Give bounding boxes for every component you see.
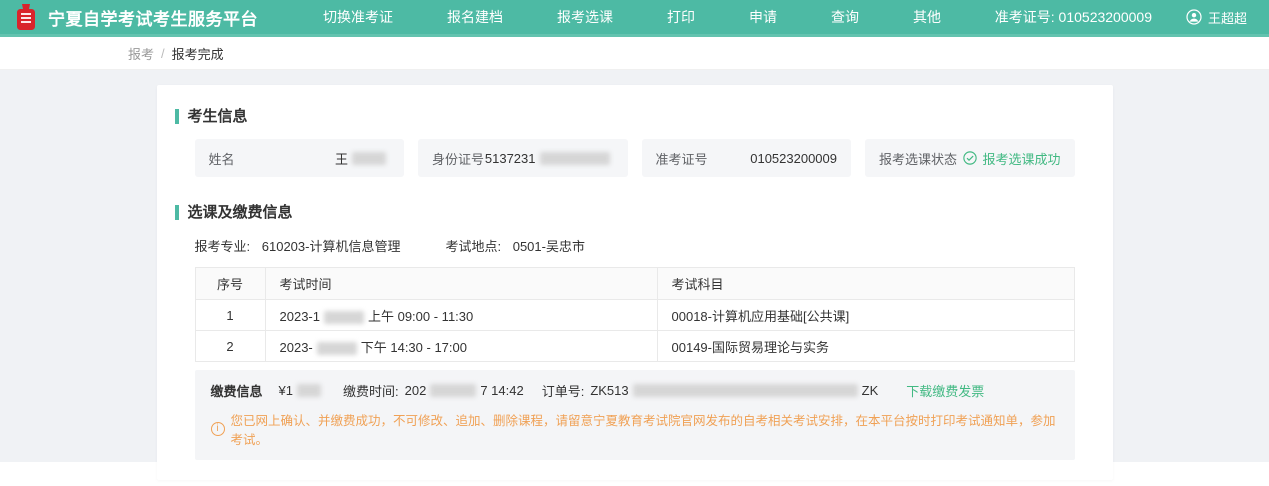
field-name-label: 姓名	[209, 149, 235, 168]
row-exam-subject: 00018-计算机应用基础[公共课]	[657, 300, 1074, 331]
row-index: 2	[195, 331, 265, 362]
major-pair: 报考专业: 610203-计算机信息管理	[195, 236, 401, 255]
field-id-value: 5137231	[485, 151, 614, 166]
ticket-number-text: 准考证号: 010523200009	[995, 7, 1152, 27]
result-card: 考生信息 姓名 王 身份证号 5137231 准考证号 010523200009…	[157, 85, 1113, 480]
page-footer: Copyright © 2023 - 2023 JFAT, Inc. 宁夏自治区…	[0, 480, 1269, 486]
field-selection-status: 报考选课状态 报考选课成功	[865, 139, 1075, 177]
exam-table: 序号 考试时间 考试科目 1 2023-1上午 09:00 - 11:30 00…	[195, 267, 1075, 362]
major-label: 报考专业:	[195, 239, 251, 254]
payment-time: 缴费时间: 2027 14:42	[343, 381, 524, 400]
nav-item-course-selection[interactable]: 报考选课	[530, 0, 640, 36]
nav-item-other[interactable]: 其他	[886, 0, 968, 36]
user-menu[interactable]: 王超超	[1186, 8, 1247, 27]
major-location-line: 报考专业: 610203-计算机信息管理 考试地点: 0501-吴忠市	[195, 236, 1075, 255]
nav-item-print[interactable]: 打印	[640, 0, 722, 36]
nav-item-switch-ticket[interactable]: 切换准考证	[296, 0, 420, 36]
field-name: 姓名 王	[195, 139, 405, 177]
field-status-label: 报考选课状态	[879, 149, 957, 168]
redaction-blur	[297, 384, 321, 397]
breadcrumb: 报考 / 报考完成	[0, 37, 1269, 70]
status-badge: 报考选课成功	[963, 149, 1060, 168]
candidate-section-title: 考生信息	[175, 109, 1075, 124]
status-text: 报考选课成功	[982, 149, 1060, 168]
header-index: 序号	[195, 268, 265, 300]
field-name-value: 王	[335, 149, 390, 168]
redaction-blur	[540, 152, 610, 165]
table-row: 2 2023-下午 14:30 - 17:00 00149-国际贸易理论与实务	[195, 331, 1074, 362]
site-value: 0501-吴忠市	[513, 239, 585, 254]
field-ticket-value: 010523200009	[750, 151, 837, 166]
payment-summary-line: 缴费信息 ¥1 缴费时间: 2027 14:42 订单号: ZK513ZK 下载…	[211, 381, 1059, 400]
redaction-blur	[324, 311, 364, 324]
major-value: 610203-计算机信息管理	[262, 239, 401, 254]
user-avatar-icon	[1186, 9, 1202, 25]
payment-amount: ¥1	[279, 383, 325, 398]
page-content: 考生信息 姓名 王 身份证号 5137231 准考证号 010523200009…	[0, 70, 1269, 462]
payment-label: 缴费信息	[211, 381, 263, 400]
field-ticket-label: 准考证号	[656, 149, 708, 168]
exam-table-header-row: 序号 考试时间 考试科目	[195, 268, 1074, 300]
breadcrumb-current: 报考完成	[172, 44, 224, 63]
platform-logo-icon	[14, 3, 38, 31]
info-circle-icon: i	[211, 422, 225, 436]
breadcrumb-separator: /	[161, 46, 165, 61]
header-right: 准考证号: 010523200009 王超超	[995, 7, 1247, 27]
check-circle-icon	[963, 151, 977, 165]
download-invoice-link[interactable]: 下载缴费发票	[906, 381, 984, 400]
payment-order-number: 订单号: ZK513ZK	[542, 381, 879, 400]
table-row: 1 2023-1上午 09:00 - 11:30 00018-计算机应用基础[公…	[195, 300, 1074, 331]
row-exam-subject: 00149-国际贸易理论与实务	[657, 331, 1074, 362]
row-index: 1	[195, 300, 265, 331]
candidate-fields: 姓名 王 身份证号 5137231 准考证号 010523200009 报考选课…	[195, 139, 1075, 177]
header-exam-subject: 考试科目	[657, 268, 1074, 300]
main-nav: 切换准考证 报名建档 报考选课 打印 申请 查询 其他	[296, 0, 968, 36]
redaction-blur	[430, 384, 476, 397]
nav-item-registration[interactable]: 报名建档	[420, 0, 530, 36]
field-ticket-number: 准考证号 010523200009	[642, 139, 852, 177]
header-exam-time: 考试时间	[265, 268, 657, 300]
enrollment-section-title: 选课及缴费信息	[175, 205, 1075, 220]
nav-item-apply[interactable]: 申请	[722, 0, 804, 36]
payment-notice-text: 您已网上确认、并缴费成功，不可修改、追加、删除课程，请留意宁夏教育考试院官网发布…	[231, 410, 1059, 448]
field-id-label: 身份证号	[432, 149, 484, 168]
row-exam-time: 2023-下午 14:30 - 17:00	[265, 331, 657, 362]
payment-notice: i 您已网上确认、并缴费成功，不可修改、追加、删除课程，请留意宁夏教育考试院官网…	[211, 410, 1059, 448]
site-label: 考试地点:	[445, 239, 501, 254]
redaction-blur	[633, 384, 858, 397]
top-header: 宁夏自学考试考生服务平台 切换准考证 报名建档 报考选课 打印 申请 查询 其他…	[0, 0, 1269, 37]
redaction-blur	[352, 152, 386, 165]
breadcrumb-parent[interactable]: 报考	[128, 44, 154, 63]
payment-info-box: 缴费信息 ¥1 缴费时间: 2027 14:42 订单号: ZK513ZK 下载…	[195, 370, 1075, 460]
app-title: 宁夏自学考试考生服务平台	[48, 5, 258, 30]
site-pair: 考试地点: 0501-吴忠市	[445, 236, 585, 255]
field-id-number: 身份证号 5137231	[418, 139, 628, 177]
redaction-blur	[317, 342, 357, 355]
user-name: 王超超	[1208, 8, 1247, 27]
row-exam-time: 2023-1上午 09:00 - 11:30	[265, 300, 657, 331]
nav-item-query[interactable]: 查询	[804, 0, 886, 36]
